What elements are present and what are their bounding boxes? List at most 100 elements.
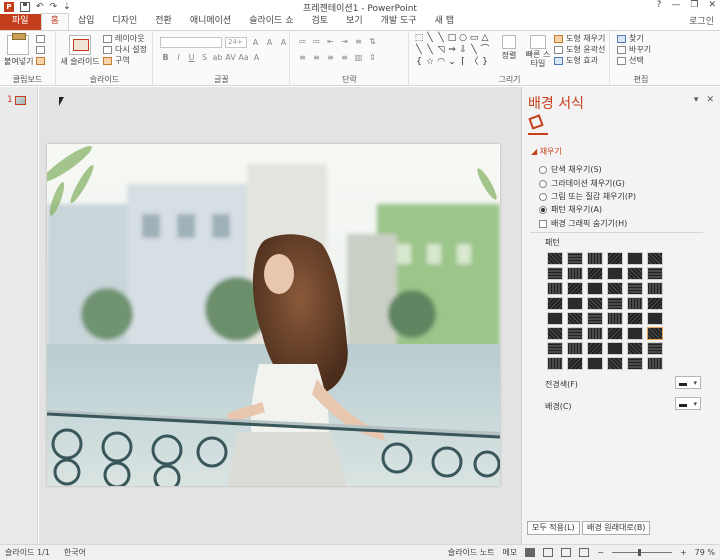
arrange-button[interactable]: 정렬 [498,33,520,61]
pattern-swatch[interactable] [607,357,623,370]
pattern-swatch[interactable] [567,252,583,265]
pattern-swatch[interactable] [587,342,603,355]
clear-format-icon[interactable]: A [278,38,289,48]
reset-button[interactable]: 다시 설정 [103,44,147,55]
shape-option-icon[interactable]: △ [480,33,490,44]
tab-review[interactable]: 검토 [302,14,337,30]
pattern-swatch[interactable] [587,312,603,325]
zoom-out-button[interactable]: − [597,548,604,557]
comments-button[interactable]: 메모 [503,547,518,558]
shape-option-icon[interactable]: ○ [458,33,468,44]
picture-fill-option[interactable]: 그림 또는 질감 채우기(P) [539,191,636,202]
quick-styles-button[interactable]: 빠른 스타일 [524,33,552,68]
shape-option-icon[interactable]: ⬚ [414,33,424,44]
minimize-button[interactable]: — [671,0,680,10]
pattern-swatch[interactable] [547,252,563,265]
cut-icon[interactable] [36,35,45,43]
shape-option-icon[interactable]: ⌈ [458,57,468,68]
shape-option-icon[interactable]: ╲ [425,33,435,44]
pane-close-icon[interactable]: ✕ [706,95,714,105]
save-icon[interactable] [20,1,30,12]
shape-option-icon[interactable]: ☆ [425,57,435,68]
section-button[interactable]: 구역 [103,55,147,66]
pane-options-icon[interactable]: ▾ [694,95,699,105]
pattern-swatch[interactable] [587,297,603,310]
shrink-font-icon[interactable]: A [264,38,275,48]
align-right-icon[interactable]: ≡ [325,53,336,63]
solid-fill-option[interactable]: 단색 채우기(S) [539,164,602,175]
shape-option-icon[interactable]: ⇒ [447,45,457,56]
numbering-icon[interactable]: ≔ [311,37,322,47]
pattern-swatch[interactable] [647,282,663,295]
paste-button[interactable]: 붙여넣기 [4,33,33,67]
help-button[interactable]: ? [657,0,662,10]
pattern-swatch[interactable] [547,297,563,310]
pattern-swatch[interactable] [647,342,663,355]
notes-button[interactable]: 슬라이드 노트 [448,547,495,558]
foreground-color-button[interactable]: ▾ [675,376,701,389]
hide-graphics-option[interactable]: 배경 그래픽 숨기기(H) [539,218,627,229]
fill-bucket-icon[interactable] [528,114,544,130]
pattern-swatch[interactable] [567,297,583,310]
text-direction-icon[interactable]: ⇅ [367,37,378,47]
shape-outline-button[interactable]: 도형 윤곽선 [554,44,605,55]
solid-fill-radio[interactable] [539,165,547,174]
format-painter-icon[interactable] [36,57,45,65]
pattern-swatch[interactable] [547,267,563,280]
slideshow-view-icon[interactable] [579,548,590,557]
normal-view-icon[interactable] [525,548,536,557]
shape-option-icon[interactable]: ⌒ [480,45,490,56]
pattern-swatch[interactable] [587,282,603,295]
copy-icon[interactable] [36,46,45,54]
zoom-level[interactable]: 79 % [695,548,715,557]
pattern-swatch[interactable] [647,327,663,340]
pattern-swatch[interactable] [607,342,623,355]
pattern-swatch[interactable] [627,327,643,340]
pattern-swatch[interactable] [627,297,643,310]
pattern-swatch[interactable] [567,327,583,340]
tab-new[interactable]: 새 탭 [426,14,463,30]
apply-all-button[interactable]: 모두 적용(L) [527,521,580,535]
tab-insert[interactable]: 삽입 [69,14,104,30]
underline-icon[interactable]: U [186,53,197,63]
replace-button[interactable]: 바꾸기 [617,44,651,55]
shape-option-icon[interactable]: ╲ [436,33,446,44]
shape-option-icon[interactable]: 〈 [469,57,479,68]
shape-option-icon[interactable]: } [480,57,490,68]
gradient-fill-option[interactable]: 그라데이션 채우기(G) [539,178,625,189]
select-button[interactable]: 선택 [617,55,651,66]
shape-option-icon[interactable]: ╲ [425,45,435,56]
pattern-swatch[interactable] [647,252,663,265]
pattern-swatch[interactable] [607,267,623,280]
pattern-swatch[interactable] [627,252,643,265]
tab-animations[interactable]: 애니메이션 [181,14,240,30]
pattern-swatch[interactable] [547,357,563,370]
pattern-swatch[interactable] [547,282,563,295]
zoom-slider-thumb[interactable] [637,549,641,556]
shape-option-icon[interactable]: { [414,57,424,68]
justify-icon[interactable]: ≡ [339,53,350,63]
shape-option-icon[interactable]: ╲ [469,45,479,56]
shapes-gallery[interactable]: ⬚ ╲ ╲ □ ○ ▭ △ ╲ ╲ ◹ ⇒ ⇩ ╲ ⌒{☆ ◠ ⌄ ⌈ 〈} [414,33,490,68]
pattern-fill-option[interactable]: 패턴 채우기(A) [539,204,602,215]
italic-icon[interactable]: I [173,53,184,63]
font-name-field[interactable] [160,37,222,48]
pattern-swatch[interactable] [627,357,643,370]
customize-qat-icon[interactable]: ⇣ [63,2,71,12]
pattern-swatch[interactable] [607,282,623,295]
font-size-field[interactable]: 24+ [225,37,247,48]
language-status[interactable]: 한국어 [64,547,86,558]
slide-canvas[interactable] [47,144,500,486]
increase-indent-icon[interactable]: ⇥ [339,37,350,47]
redo-icon[interactable]: ↷ [50,2,58,12]
background-color-button[interactable]: ▾ [675,397,701,410]
pattern-fill-radio[interactable] [539,205,547,214]
tab-slideshow[interactable]: 슬라이드 쇼 [240,14,302,30]
pattern-swatch[interactable] [567,357,583,370]
pattern-swatch[interactable] [647,267,663,280]
pattern-swatch[interactable] [587,252,603,265]
pattern-swatch[interactable] [627,342,643,355]
layout-button[interactable]: 레이아웃 [103,33,147,44]
close-button[interactable]: ✕ [708,0,716,10]
slide-thumbnail[interactable] [15,96,26,105]
